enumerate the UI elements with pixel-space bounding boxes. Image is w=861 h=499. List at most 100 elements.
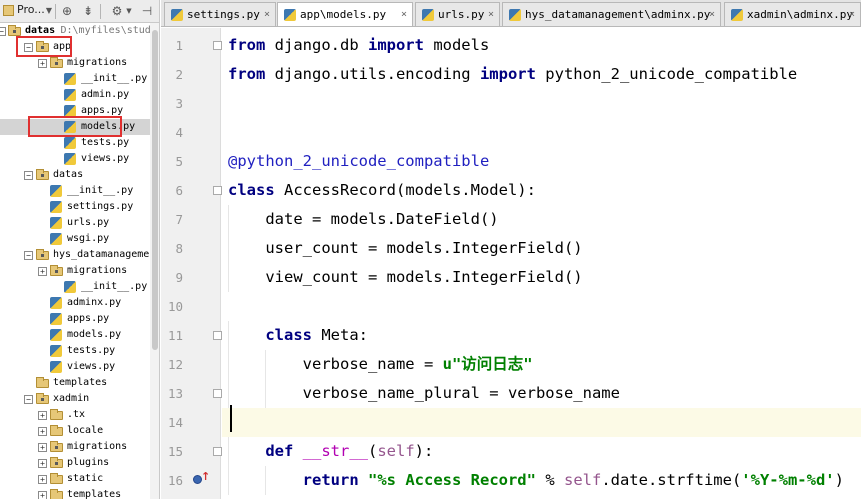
tree-item-label: __init__.py xyxy=(67,185,134,196)
collapse-tree-icon[interactable]: − xyxy=(24,171,33,180)
expand-icon[interactable]: + xyxy=(38,427,47,436)
expand-icon[interactable]: + xyxy=(38,491,47,499)
code-line[interactable]: return "%s Access Record" % self.date.st… xyxy=(222,466,861,495)
code-line[interactable] xyxy=(222,408,861,437)
code-text: date = models.DateField() xyxy=(228,210,499,228)
expand-icon[interactable]: + xyxy=(38,443,47,452)
tree-item-label: settings.py xyxy=(67,201,134,212)
expand-icon[interactable]: + xyxy=(38,475,47,484)
fold-marker-icon[interactable] xyxy=(213,447,222,456)
tree-item-plugins-27[interactable]: + plugins xyxy=(0,455,150,471)
line-number: 16 xyxy=(167,473,183,488)
tree-item-datas-9[interactable]: − datas xyxy=(0,167,150,183)
tree-item-tests-py-7[interactable]: tests.py xyxy=(0,135,150,151)
expand-icon[interactable]: + xyxy=(38,459,47,468)
tree-item-label: tests.py xyxy=(67,345,116,356)
tree-item-static-28[interactable]: + static xyxy=(0,471,150,487)
tab-close-icon[interactable]: × xyxy=(264,3,270,26)
expand-icon[interactable]: + xyxy=(38,59,47,68)
python-file-icon xyxy=(422,9,434,21)
tree-item-label: tests.py xyxy=(81,137,130,148)
fold-marker-icon[interactable] xyxy=(213,186,222,195)
code-text: verbose_name_plural = verbose_name xyxy=(228,384,620,402)
expand-icon[interactable]: + xyxy=(38,267,47,276)
fold-marker-icon[interactable] xyxy=(213,389,222,398)
tab-urls-py[interactable]: urls.py × xyxy=(415,2,500,26)
tree-item-init-py-3[interactable]: __init__.py xyxy=(0,71,150,87)
tree-item-init-py-10[interactable]: __init__.py xyxy=(0,183,150,199)
tab-xadmin-adminx-py[interactable]: xadmin\adminx.py × xyxy=(724,2,861,26)
tree-item-admin-py-4[interactable]: admin.py xyxy=(0,87,150,103)
code-line[interactable] xyxy=(222,89,861,118)
code-line[interactable]: class Meta: xyxy=(222,321,861,350)
collapse-icon[interactable]: ⇟ xyxy=(81,4,95,18)
tab-app-models-py[interactable]: app\models.py × xyxy=(277,2,413,26)
gear-dropdown-icon[interactable]: ▼ xyxy=(122,4,136,18)
code-line[interactable]: verbose_name = u"访问日志" xyxy=(222,350,861,379)
project-title[interactable]: Pro... xyxy=(17,3,45,16)
tree-item-migrations-15[interactable]: + migrations xyxy=(0,263,150,279)
tree-item-label: migrations xyxy=(67,265,128,276)
fold-marker-icon[interactable] xyxy=(213,41,222,50)
code-editor[interactable]: 1 2 3 4 5 6 7 8 9 10 11 12 13 14 15 16 from django.db i… xyxy=(161,28,861,499)
code-text: view_count = models.IntegerField() xyxy=(228,268,583,286)
tree-item-hys-datamanagement-14[interactable]: − hys_datamanagement xyxy=(0,247,150,263)
tab-hys-datamanagement-adminx-py[interactable]: hys_datamanagement\adminx.py × xyxy=(502,2,721,26)
folder-icon xyxy=(36,169,49,180)
code-line[interactable] xyxy=(222,118,861,147)
collapse-tree-icon[interactable]: − xyxy=(24,395,33,404)
tree-item-settings-py-11[interactable]: settings.py xyxy=(0,199,150,215)
target-icon[interactable]: ⊕ xyxy=(60,4,74,18)
tab-close-icon[interactable]: × xyxy=(709,3,715,26)
tree-item-templates-29[interactable]: + templates xyxy=(0,487,150,499)
dropdown-icon[interactable]: ▼ xyxy=(42,4,56,18)
code-line[interactable]: user_count = models.IntegerField() xyxy=(222,234,861,263)
tree-item-views-py-8[interactable]: views.py xyxy=(0,151,150,167)
tree-item-urls-py-12[interactable]: urls.py xyxy=(0,215,150,231)
expand-icon[interactable]: + xyxy=(38,411,47,420)
code-line[interactable]: verbose_name_plural = verbose_name xyxy=(222,379,861,408)
code-line[interactable]: @python_2_unicode_compatible xyxy=(222,147,861,176)
python-file-icon xyxy=(171,9,183,21)
tree-item-wsgi-py-13[interactable]: wsgi.py xyxy=(0,231,150,247)
override-marker-icon[interactable]: ↑ xyxy=(193,470,210,486)
folder-icon xyxy=(8,25,21,36)
tree-item-views-py-21[interactable]: views.py xyxy=(0,359,150,375)
tree-item-locale-25[interactable]: + locale xyxy=(0,423,150,439)
tree-item-init-py-16[interactable]: __init__.py xyxy=(0,279,150,295)
tree-item-migrations-26[interactable]: + migrations xyxy=(0,439,150,455)
tab-close-icon[interactable]: × xyxy=(401,3,407,26)
code-line[interactable]: view_count = models.IntegerField() xyxy=(222,263,861,292)
tree-item-label: admin.py xyxy=(81,89,130,100)
tree-item-adminx-py-17[interactable]: adminx.py xyxy=(0,295,150,311)
tab-settings-py[interactable]: settings.py × xyxy=(164,2,276,26)
tree-item-templates-22[interactable]: templates xyxy=(0,375,150,391)
tree-item-label: urls.py xyxy=(67,217,110,228)
collapse-tree-icon[interactable]: − xyxy=(24,251,33,260)
tree-item-models-py-19[interactable]: models.py xyxy=(0,327,150,343)
python-file-icon xyxy=(50,233,62,245)
tree-item-tx-24[interactable]: + .tx xyxy=(0,407,150,423)
python-file-icon xyxy=(64,73,76,85)
tree-item-label: plugins xyxy=(67,457,110,468)
code-line[interactable]: class AccessRecord(models.Model): xyxy=(222,176,861,205)
tree-item-apps-py-18[interactable]: apps.py xyxy=(0,311,150,327)
tree-item-xadmin-23[interactable]: − xadmin xyxy=(0,391,150,407)
tree-item-migrations-2[interactable]: + migrations xyxy=(0,55,150,71)
collapse-tree-icon[interactable]: − xyxy=(0,27,6,36)
project-scrollbar-thumb[interactable] xyxy=(152,30,158,350)
fold-marker-icon[interactable] xyxy=(213,331,222,340)
code-line[interactable] xyxy=(222,292,861,321)
tree-item-label: locale xyxy=(67,425,104,436)
hide-icon[interactable]: ⊣ xyxy=(140,4,154,18)
python-file-icon xyxy=(50,345,62,357)
code-line[interactable]: from django.db import models xyxy=(222,31,861,60)
python-file-icon xyxy=(50,201,62,213)
code-line[interactable]: date = models.DateField() xyxy=(222,205,861,234)
code-line[interactable]: from django.utils.encoding import python… xyxy=(222,60,861,89)
tab-close-icon[interactable]: × xyxy=(488,3,494,26)
tab-close-icon[interactable]: × xyxy=(849,3,855,26)
code-line[interactable]: def __str__(self): xyxy=(222,437,861,466)
tree-item-tests-py-20[interactable]: tests.py xyxy=(0,343,150,359)
editor-tab-bar: settings.py × app\models.py × urls.py × hys_da… xyxy=(161,0,861,27)
